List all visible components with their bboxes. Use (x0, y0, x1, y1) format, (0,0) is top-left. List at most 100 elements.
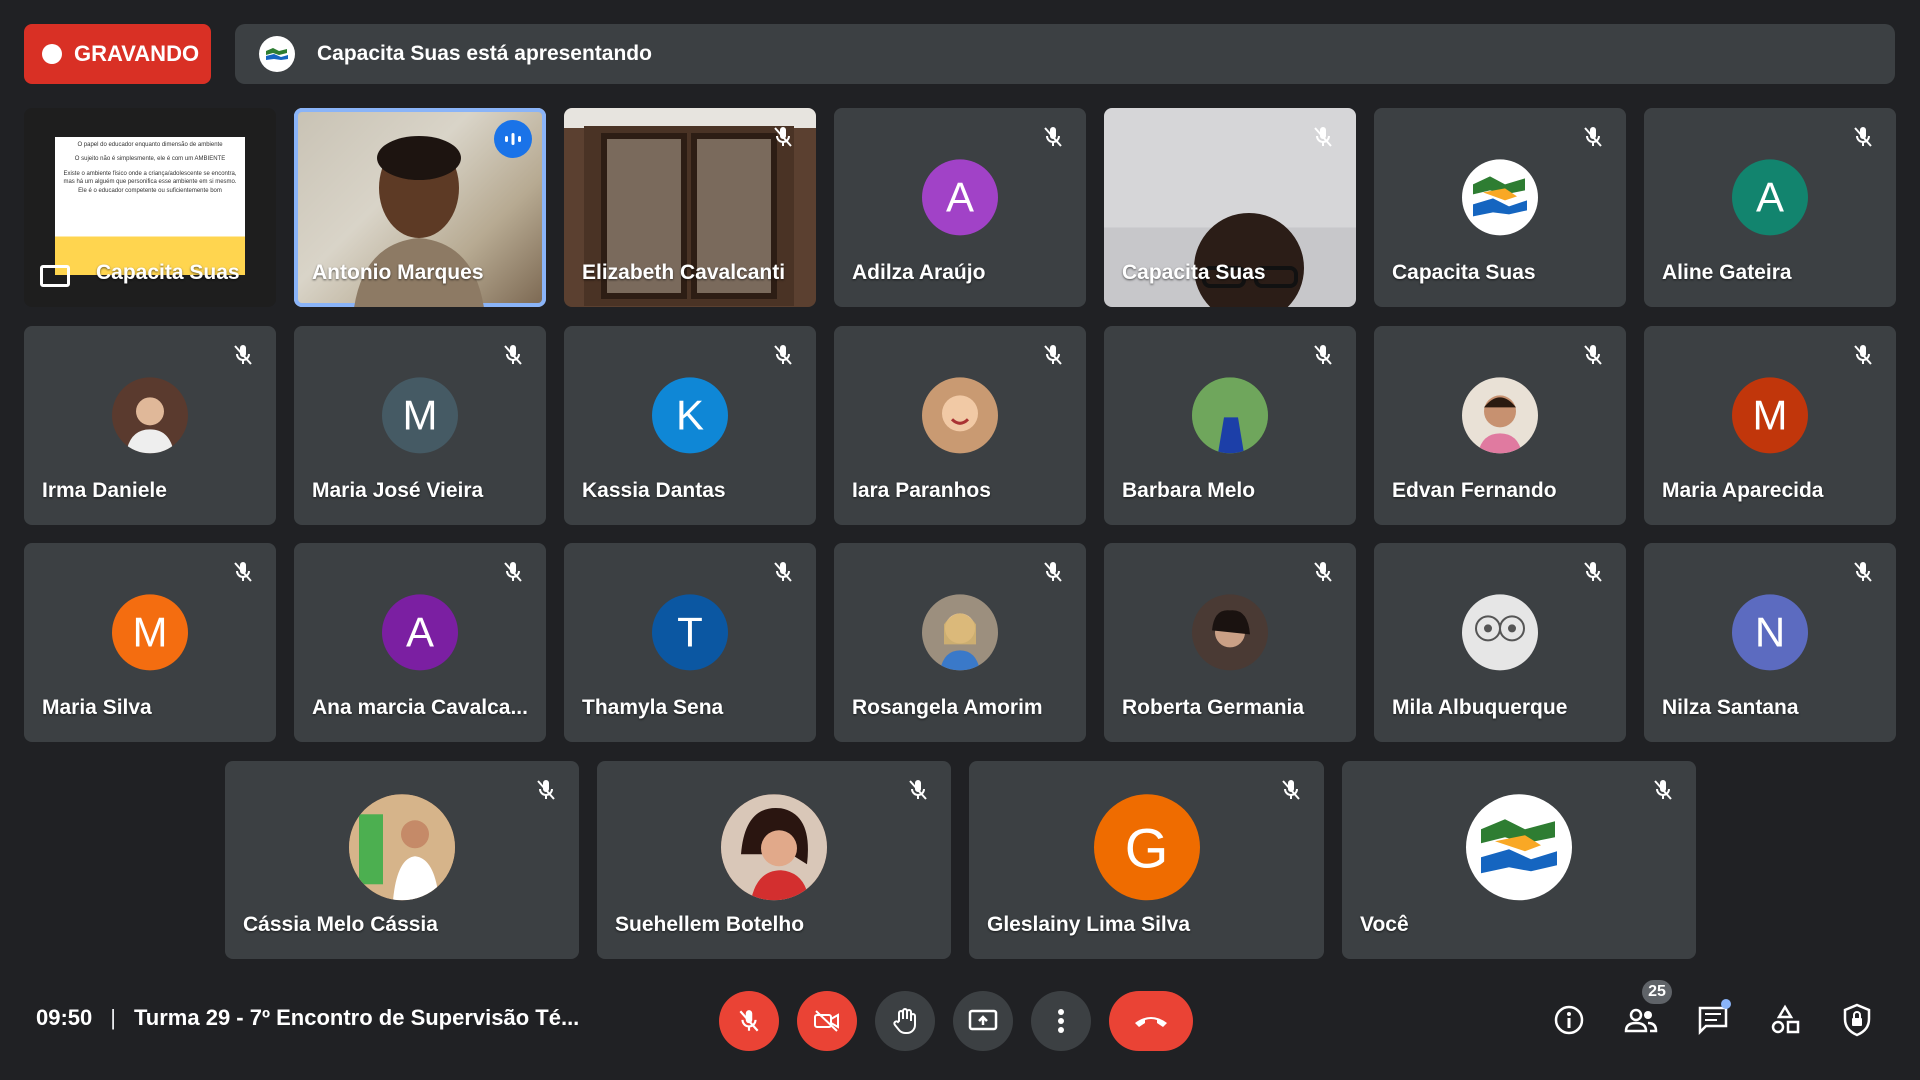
mic-off-icon (1038, 557, 1068, 587)
chat-notification-dot (1721, 999, 1731, 1009)
avatar: K (652, 376, 728, 453)
recording-badge: GRAVANDO (24, 24, 211, 84)
presenter-avatar (259, 36, 295, 72)
participant-tile-rosangela-amorim[interactable]: Rosangela Amorim (834, 543, 1086, 742)
mic-off-icon (1848, 340, 1878, 370)
avatar-photo (1462, 593, 1538, 670)
avatar-photo (922, 376, 998, 453)
mic-off-icon (1848, 557, 1878, 587)
participant-tile-maria-silva[interactable]: M Maria Silva (24, 543, 276, 742)
activities-button[interactable] (1763, 998, 1807, 1042)
participant-name: Ana marcia Cavalca... (312, 696, 528, 719)
raise-hand-button[interactable] (875, 991, 935, 1051)
participant-tile-screen-share[interactable]: O papel do educador enquanto dimensão de… (24, 108, 276, 307)
participant-tile-aline-gateira[interactable]: A Aline Gateira (1644, 108, 1896, 307)
participant-tile-suehellem-botelho[interactable]: Suehellem Botelho (597, 761, 951, 959)
participant-tile-edvan-fernando[interactable]: Edvan Fernando (1374, 326, 1626, 525)
participant-name: Suehellem Botelho (615, 913, 805, 936)
participant-name: Maria Silva (42, 696, 152, 719)
more-options-button[interactable] (1031, 991, 1091, 1051)
participant-tile-cassia-melo[interactable]: Cássia Melo Cássia (225, 761, 579, 959)
presenting-banner[interactable]: Capacita Suas está apresentando (235, 24, 1895, 84)
leave-call-button[interactable] (1109, 991, 1193, 1051)
participant-tile-iara-paranhos[interactable]: Iara Paranhos (834, 326, 1086, 525)
activities-icon (1771, 1004, 1800, 1034)
mic-off-icon (228, 557, 258, 587)
avatar: M (112, 593, 188, 670)
participant-name: Você (1360, 913, 1409, 936)
participants-count-badge: 25 (1642, 980, 1672, 1004)
slide-line: O sujeito não é simplesmente, ele é com … (74, 156, 226, 163)
mic-off-icon (1038, 340, 1068, 370)
participant-name: Elizabeth Cavalcanti (582, 261, 786, 284)
avatar-photo (1192, 593, 1268, 670)
participant-name: Gleslainy Lima Silva (987, 913, 1191, 936)
participant-tile-ana-marcia[interactable]: A Ana marcia Cavalca... (294, 543, 546, 742)
mic-toggle-button[interactable] (719, 991, 779, 1051)
recording-dot-icon (42, 44, 62, 64)
participant-tile-maria-jose-vieira[interactable]: M Maria José Vieira (294, 326, 546, 525)
hang-up-icon (1135, 1017, 1167, 1027)
participant-tile-maria-aparecida[interactable]: M Maria Aparecida (1644, 326, 1896, 525)
slide-line: O papel do educador enquanto dimensão de… (77, 142, 223, 148)
participant-name: Iara Paranhos (852, 479, 991, 502)
participant-name: Nilza Santana (1662, 696, 1799, 719)
mic-off-icon (739, 1010, 759, 1032)
participant-tile-kassia-dantas[interactable]: K Kassia Dantas (564, 326, 816, 525)
participant-tile-capacita-suas-video[interactable]: Capacita Suas (1104, 108, 1356, 307)
avatar-photo (1192, 376, 1268, 453)
people-icon (1624, 1008, 1658, 1033)
mic-off-icon (1578, 122, 1608, 152)
camera-off-icon (814, 1010, 839, 1032)
slide-line: Existe o ambiente físico onde a criança/… (63, 170, 237, 194)
camera-toggle-button[interactable] (797, 991, 857, 1051)
participant-name: Maria Aparecida (1662, 479, 1824, 502)
shared-slide: O papel do educador enquanto dimensão de… (55, 137, 245, 275)
participant-tile-elizabeth-cavalcanti[interactable]: Elizabeth Cavalcanti (564, 108, 816, 307)
mic-off-icon (1308, 340, 1338, 370)
participant-tile-capacita-suas[interactable]: Capacita Suas (1374, 108, 1626, 307)
participant-tile-nilza-santana[interactable]: N Nilza Santana (1644, 543, 1896, 742)
mic-off-icon (1648, 775, 1678, 805)
participant-name: Barbara Melo (1122, 479, 1256, 502)
participant-name: Aline Gateira (1662, 261, 1792, 284)
capacita-suas-logo (1462, 158, 1538, 235)
divider: | (110, 1005, 116, 1030)
participant-tile-thamyla-sena[interactable]: T Thamyla Sena (564, 543, 816, 742)
mic-off-icon (1038, 122, 1068, 152)
speaking-indicator-icon (494, 120, 532, 158)
participant-tile-roberta-germania[interactable]: Roberta Germania (1104, 543, 1356, 742)
meeting-title: Turma 29 - 7º Encontro de Supervisão Té.… (134, 1005, 580, 1030)
host-controls-button[interactable] (1835, 998, 1879, 1042)
info-icon (1554, 1005, 1584, 1035)
more-vert-icon (1058, 1009, 1064, 1033)
people-button[interactable] (1619, 998, 1663, 1042)
participant-name: Irma Daniele (42, 479, 167, 502)
meeting-details-button[interactable] (1547, 998, 1591, 1042)
avatar: A (1732, 158, 1808, 235)
participant-name: Cássia Melo Cássia (243, 913, 438, 936)
avatar: N (1732, 593, 1808, 670)
meeting-info: 09:50 | Turma 29 - 7º Encontro de Superv… (36, 1005, 579, 1031)
participant-tile-mila-albuquerque[interactable]: Mila Albuquerque (1374, 543, 1626, 742)
avatar: M (1732, 376, 1808, 453)
avatar: A (922, 158, 998, 235)
avatar-photo (349, 794, 455, 901)
mic-off-icon (903, 775, 933, 805)
participant-name: Thamyla Sena (582, 696, 724, 719)
participant-tile-barbara-melo[interactable]: Barbara Melo (1104, 326, 1356, 525)
participant-tile-adilza-araujo[interactable]: A Adilza Araújo (834, 108, 1086, 307)
participant-name: Edvan Fernando (1392, 479, 1557, 502)
participant-tile-gleslainy-lima-silva[interactable]: G Gleslainy Lima Silva (969, 761, 1324, 959)
participant-tile-irma-daniele[interactable]: Irma Daniele (24, 326, 276, 525)
mic-off-icon (498, 557, 528, 587)
participant-tile-self[interactable]: Você (1342, 761, 1696, 959)
participant-name: Mila Albuquerque (1392, 696, 1568, 719)
participant-name: Kassia Dantas (582, 479, 726, 502)
participant-name: Maria José Vieira (312, 479, 484, 502)
participant-tile-antonio-marques[interactable]: Antonio Marques (294, 108, 546, 307)
present-icon (968, 1009, 998, 1031)
present-screen-button[interactable] (953, 991, 1013, 1051)
mic-off-icon (1308, 122, 1338, 152)
mic-off-icon (768, 557, 798, 587)
